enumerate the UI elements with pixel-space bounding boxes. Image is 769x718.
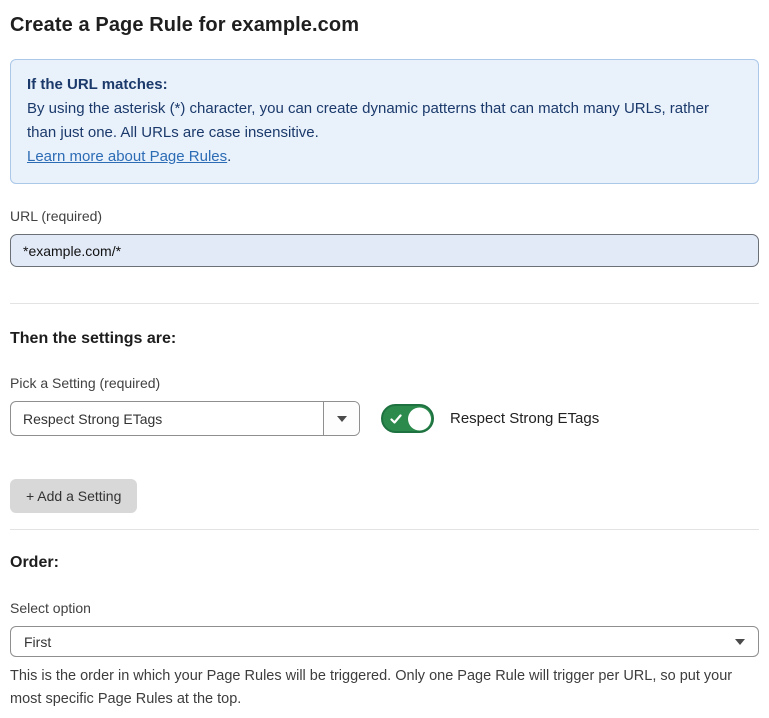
setting-toggle[interactable] bbox=[381, 404, 434, 433]
info-box-body: By using the asterisk (*) character, you… bbox=[27, 97, 742, 145]
toggle-knob bbox=[408, 407, 431, 430]
chevron-down-icon bbox=[337, 416, 347, 422]
checkmark-icon bbox=[390, 413, 402, 425]
info-box-link-line: Learn more about Page Rules. bbox=[27, 148, 231, 165]
divider bbox=[10, 303, 759, 304]
url-match-info-box: If the URL matches: By using the asteris… bbox=[10, 59, 759, 184]
page-title: Create a Page Rule for example.com bbox=[10, 12, 759, 38]
order-select[interactable]: First bbox=[10, 626, 759, 657]
settings-heading: Then the settings are: bbox=[10, 329, 759, 349]
info-box-heading: If the URL matches: bbox=[27, 73, 742, 97]
settings-section: Then the settings are: Pick a Setting (r… bbox=[10, 329, 759, 513]
setting-select-arrow-cell[interactable] bbox=[323, 402, 359, 435]
url-field-label: URL (required) bbox=[10, 207, 759, 225]
create-page-rule-panel: Create a Page Rule for example.com If th… bbox=[0, 0, 769, 718]
order-help-text: This is the order in which your Page Rul… bbox=[10, 665, 755, 711]
setting-row: Respect Strong ETags Respect Strong ETag… bbox=[10, 401, 759, 436]
add-setting-button[interactable]: + Add a Setting bbox=[10, 479, 137, 513]
url-field-group: URL (required) bbox=[10, 207, 759, 267]
chevron-down-icon bbox=[735, 639, 745, 645]
url-input[interactable] bbox=[10, 234, 759, 267]
order-section: Order: Select option First This is the o… bbox=[10, 553, 759, 711]
pick-setting-label: Pick a Setting (required) bbox=[10, 374, 759, 392]
setting-select[interactable]: Respect Strong ETags bbox=[10, 401, 360, 436]
divider bbox=[10, 529, 759, 530]
setting-select-value: Respect Strong ETags bbox=[11, 402, 323, 435]
learn-more-link[interactable]: Learn more about Page Rules bbox=[27, 148, 227, 165]
link-suffix: . bbox=[227, 148, 231, 165]
order-heading: Order: bbox=[10, 553, 759, 573]
order-select-label: Select option bbox=[10, 599, 759, 617]
setting-toggle-label: Respect Strong ETags bbox=[450, 410, 599, 427]
order-select-value: First bbox=[24, 634, 51, 650]
